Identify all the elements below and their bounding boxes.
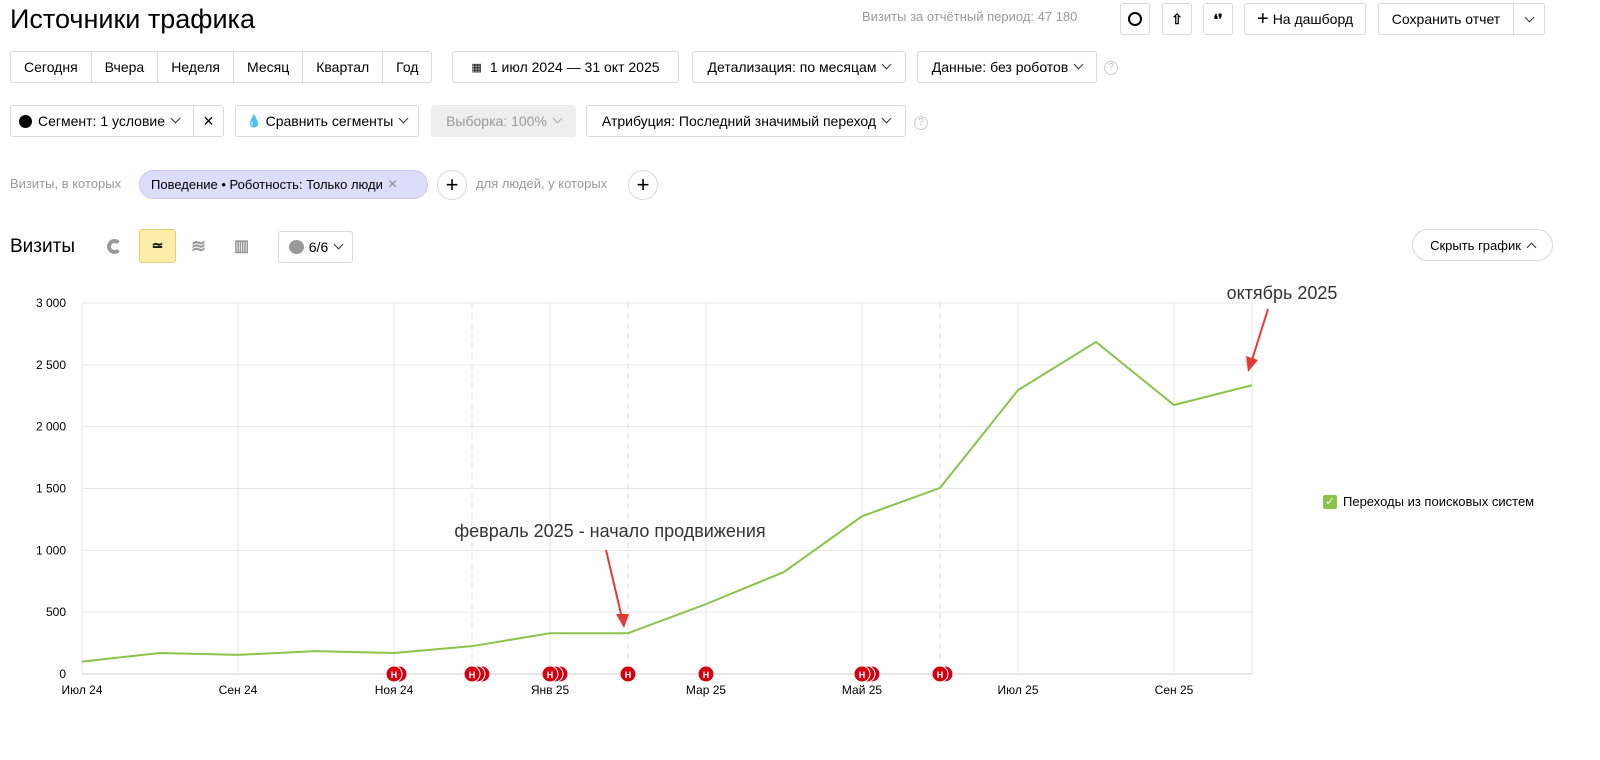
annotation-arrow bbox=[1251, 308, 1269, 361]
y-tick-label: 0 bbox=[59, 667, 66, 681]
x-tick-label: Ноя 24 bbox=[375, 683, 414, 697]
checkbox-checked-icon: ✓ bbox=[1323, 494, 1337, 509]
y-tick-label: 500 bbox=[46, 605, 66, 619]
arrow-head-icon bbox=[616, 614, 629, 628]
x-tick-label: Сен 24 bbox=[219, 683, 258, 697]
x-tick-label: Мар 25 bbox=[686, 683, 726, 697]
note-marker-letter: Н bbox=[469, 670, 476, 680]
annotation-text: октябрь 2025 bbox=[1227, 283, 1338, 303]
y-tick-label: 1 500 bbox=[36, 482, 66, 496]
y-tick-label: 1 000 bbox=[36, 543, 66, 557]
x-tick-label: Июл 25 bbox=[997, 683, 1038, 697]
series-line bbox=[81, 340, 1253, 663]
note-marker-letter: Н bbox=[703, 670, 710, 680]
y-tick-label: 2 500 bbox=[36, 358, 66, 372]
note-marker-letter: Н bbox=[547, 670, 554, 680]
note-marker-letter: Н bbox=[625, 670, 632, 680]
y-tick-label: 3 000 bbox=[36, 296, 66, 310]
note-marker-letter: Н bbox=[391, 670, 398, 680]
annotation-arrow bbox=[605, 549, 623, 619]
x-tick-label: Июл 24 bbox=[61, 683, 102, 697]
y-tick-label: 2 000 bbox=[36, 420, 66, 434]
note-marker-letter: Н bbox=[937, 670, 944, 680]
x-tick-label: Май 25 bbox=[842, 683, 883, 697]
visits-chart: 0 500 1 000 1 500 2 000 2 500 3 000 Июл 24 Сен 2… bbox=[36, 283, 1338, 697]
legend-label: Переходы из поисковых систем bbox=[1343, 494, 1535, 509]
legend-item[interactable]: ✓ Переходы из поисковых систем bbox=[1323, 494, 1534, 509]
x-tick-label: Сен 25 bbox=[1155, 683, 1194, 697]
note-marker-letter: Н bbox=[859, 670, 866, 680]
annotation-text: февраль 2025 - начало продвижения bbox=[454, 521, 765, 541]
x-tick-label: Янв 25 bbox=[531, 683, 570, 697]
